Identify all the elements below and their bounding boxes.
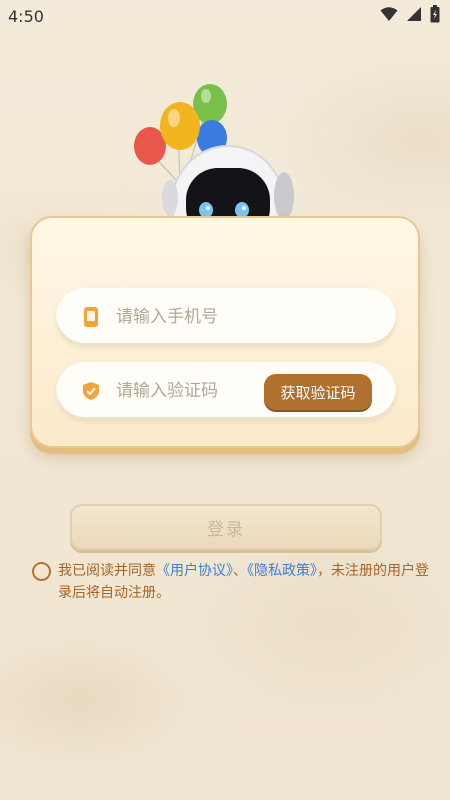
status-bar: 4:50 [0,0,450,32]
phone-icon [82,306,100,328]
login-button[interactable]: 登录 [70,504,382,550]
shield-icon [82,380,100,402]
user-agreement-link[interactable]: 《用户协议》 [156,563,233,579]
phone-field[interactable] [56,288,396,346]
wifi-icon [380,6,398,26]
agreement-prefix: 我已阅读并同意 [58,563,156,579]
privacy-policy-link[interactable]: 《隐私政策》 [247,563,317,579]
agreement-checkbox[interactable] [32,562,51,581]
get-code-button[interactable]: 获取验证码 [264,374,372,410]
battery-icon [430,5,440,27]
signal-icon [406,6,422,26]
agreement-separator: 、 [233,563,247,579]
phone-input[interactable] [116,307,266,327]
status-icons [380,5,440,27]
agreement-text: 我已阅读并同意《用户协议》、《隐私政策》，未注册的用户登录后将自动注册。 [58,560,438,604]
verification-code-input[interactable] [116,381,266,401]
verification-code-field[interactable]: 获取验证码 [56,362,396,420]
status-time: 4:50 [8,6,44,26]
